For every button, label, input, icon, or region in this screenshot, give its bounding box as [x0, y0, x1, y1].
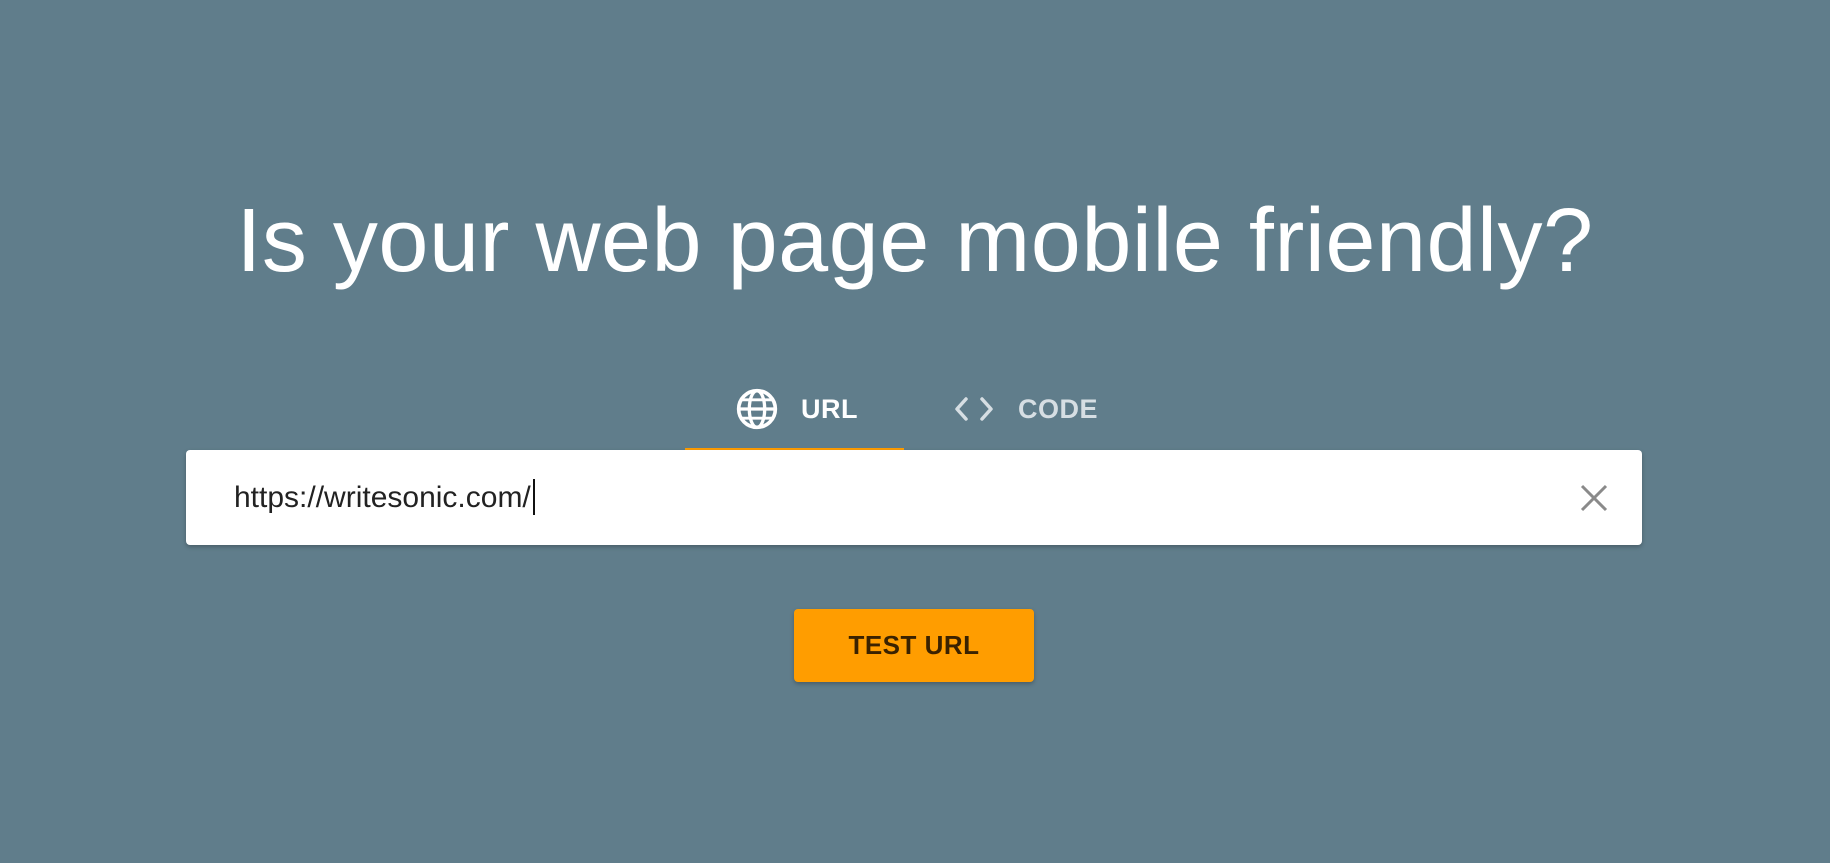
- code-brackets-icon: [952, 394, 996, 424]
- test-url-button[interactable]: TEST URL: [794, 609, 1034, 682]
- close-icon: [1578, 482, 1610, 514]
- page-title: Is your web page mobile friendly?: [236, 191, 1594, 291]
- mobile-friendly-test-page: Is your web page mobile friendly? URL CO…: [0, 0, 1830, 863]
- url-input-container: https://writesonic.com/: [186, 450, 1642, 545]
- url-input-value: https://writesonic.com/: [234, 481, 531, 514]
- input-mode-tabs: URL CODE: [685, 370, 1098, 456]
- text-caret: [532, 479, 535, 516]
- tab-code[interactable]: CODE: [685, 370, 1098, 448]
- tab-code-label: CODE: [1018, 393, 1099, 424]
- clear-url-button[interactable]: [1574, 478, 1614, 518]
- url-input[interactable]: https://writesonic.com/: [234, 450, 535, 545]
